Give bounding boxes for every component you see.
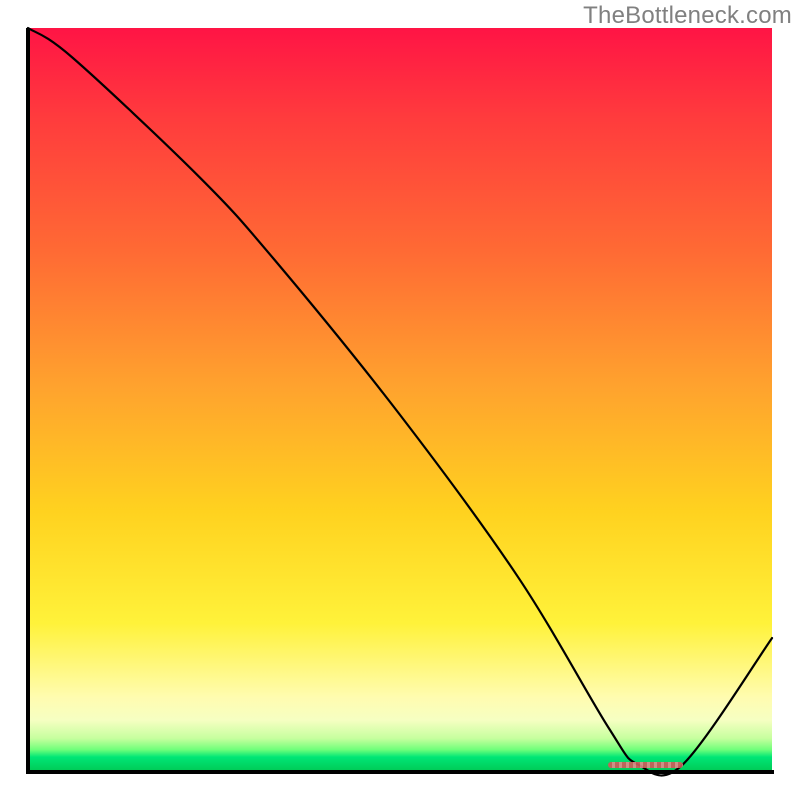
- chart-canvas: TheBottleneck.com: [0, 0, 800, 800]
- plot-area: [28, 28, 772, 772]
- optimal-range-marker: [608, 762, 682, 768]
- x-axis: [26, 770, 774, 774]
- watermark-text: TheBottleneck.com: [583, 2, 792, 30]
- y-axis: [26, 28, 30, 774]
- bottleneck-curve: [28, 28, 772, 772]
